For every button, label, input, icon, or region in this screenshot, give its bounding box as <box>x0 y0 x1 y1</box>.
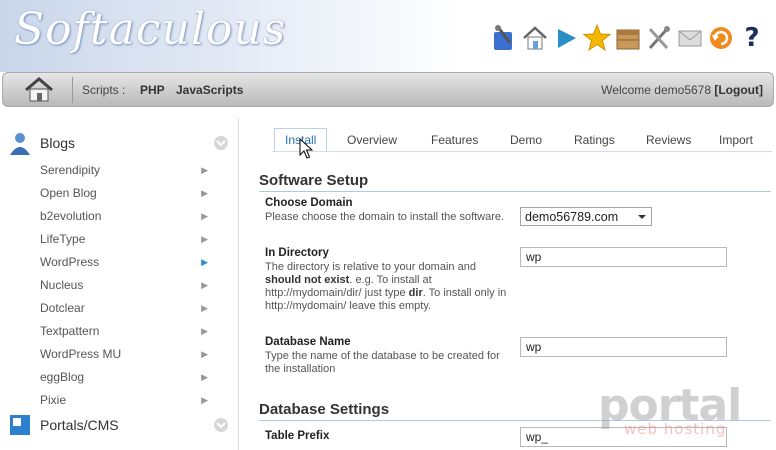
desc-in-directory: The directory is relative to your domain… <box>265 261 513 313</box>
desc-bold: should not exist <box>265 274 350 286</box>
collapse-icon[interactable] <box>214 136 228 150</box>
tab-reviews[interactable]: Reviews <box>646 128 691 152</box>
portal-watermark: portal web hosting <box>598 380 748 442</box>
chevron-right-icon: ▶ <box>201 211 208 221</box>
user-icon <box>10 133 30 155</box>
sidebar-item-label: LifeType <box>40 232 86 246</box>
sidebar-item-b2evolution[interactable]: b2evolution ▶ <box>40 206 208 226</box>
sidebar-item-nucleus[interactable]: Nucleus ▶ <box>40 275 208 295</box>
sidebar-item-serendipity[interactable]: Serendipity ▶ <box>40 160 208 180</box>
collapse-icon[interactable] <box>214 418 228 432</box>
chevron-right-icon: ▶ <box>201 303 208 313</box>
tab-overview[interactable]: Overview <box>347 128 397 152</box>
chevron-right-icon: ▶ <box>201 188 208 198</box>
sidebar-item-eggblog[interactable]: eggBlog ▶ <box>40 367 208 387</box>
mail-icon[interactable] <box>676 23 704 53</box>
category-label: Blogs <box>40 135 76 151</box>
chevron-right-icon: ▶ <box>201 349 208 359</box>
directory-input[interactable]: wp <box>520 247 727 267</box>
chevron-right-icon: ▶ <box>201 234 208 244</box>
sidebar-item-lifetype[interactable]: LifeType ▶ <box>40 229 208 249</box>
sidebar-category-blogs[interactable]: Blogs <box>8 130 230 156</box>
domain-select[interactable]: demo56789.com <box>520 207 652 226</box>
label-database-name: Database Name <box>265 336 351 348</box>
sidebar-item-label: Dotclear <box>40 301 85 315</box>
sidebar-item-dotclear[interactable]: Dotclear ▶ <box>40 298 208 318</box>
chevron-right-icon: ▶ <box>201 165 208 175</box>
sidebar-item-label: eggBlog <box>40 370 85 384</box>
star-icon[interactable] <box>583 23 611 53</box>
sidebar-item-label: Textpattern <box>40 324 100 338</box>
chevron-right-icon: ▶ <box>201 326 208 336</box>
nav-bar: Scripts : PHP JavaScripts Welcome demo56… <box>2 72 774 107</box>
mouse-cursor-icon <box>299 138 313 159</box>
domain-select-value: demo56789.com <box>525 209 619 224</box>
sidebar-item-open-blog[interactable]: Open Blog ▶ <box>40 183 208 203</box>
chevron-right-icon: ▶ <box>201 257 208 267</box>
tab-demo[interactable]: Demo <box>510 128 542 152</box>
desc-choose-domain: Please choose the domain to install the … <box>265 211 505 223</box>
desc-database-name: Type the name of the database to be crea… <box>265 350 500 375</box>
chevron-right-icon: ▶ <box>201 372 208 382</box>
sidebar-item-label: b2evolution <box>40 209 102 223</box>
sidebar: Blogs Serendipity ▶ Open Blog ▶ b2evolutio… <box>0 120 238 450</box>
desc-text: The directory is relative to your domain… <box>265 261 476 273</box>
section-rule <box>259 191 771 192</box>
sidebar-item-wordpress[interactable]: WordPress ▶ <box>40 252 208 272</box>
sidebar-item-pixie[interactable]: Pixie ▶ <box>40 390 208 410</box>
sidebar-item-label: WordPress MU <box>40 347 122 361</box>
tab-ratings[interactable]: Ratings <box>574 128 615 152</box>
box-icon[interactable] <box>614 23 642 53</box>
label-in-directory: In Directory <box>265 247 329 259</box>
home-icon[interactable] <box>521 23 549 53</box>
sidebar-item-label: Open Blog <box>40 186 97 200</box>
sidebar-item-label: Pixie <box>40 393 67 407</box>
sidebar-item-label: Nucleus <box>40 278 84 292</box>
sidebar-item-wordpress-mu[interactable]: WordPress MU ▶ <box>40 344 208 364</box>
category-label: Portals/CMS <box>40 417 119 433</box>
tab-import[interactable]: Import <box>719 128 753 152</box>
tab-features[interactable]: Features <box>431 128 478 152</box>
scripts-label: Scripts : <box>82 83 126 97</box>
top-toolbar: ? <box>490 20 766 56</box>
tab-underline <box>272 151 772 152</box>
chevron-down-icon <box>638 214 646 219</box>
tools-icon[interactable] <box>490 23 518 53</box>
refresh-icon[interactable] <box>707 23 735 53</box>
portal-icon <box>10 415 30 435</box>
nav-link-php[interactable]: PHP <box>140 83 165 97</box>
sidebar-category-portals-cms[interactable]: Portals/CMS <box>8 412 230 438</box>
watermark-sub: web hosting <box>624 420 727 438</box>
sidebar-item-label: WordPress <box>40 255 100 269</box>
sidebar-divider <box>238 118 239 450</box>
welcome-area: Welcome demo5678 [Logout] <box>601 83 763 97</box>
softaculous-logo[interactable]: Softaculous <box>14 4 286 55</box>
sidebar-item-textpattern[interactable]: Textpattern ▶ <box>40 321 208 341</box>
home-button[interactable] <box>21 76 57 104</box>
section-title-database-settings: Database Settings <box>259 401 390 418</box>
chevron-right-icon: ▶ <box>201 280 208 290</box>
label-table-prefix: Table Prefix <box>265 430 330 442</box>
help-icon[interactable]: ? <box>738 23 766 53</box>
database-name-input[interactable]: wp <box>520 337 727 357</box>
logout-link[interactable]: [Logout] <box>714 83 763 97</box>
nav-link-javascripts[interactable]: JavaScripts <box>176 83 243 97</box>
welcome-text: Welcome demo5678 <box>601 83 712 97</box>
script-tabs: Install Overview Features Demo Ratings R… <box>272 128 772 152</box>
nav-divider <box>72 77 73 103</box>
desc-bold: dir <box>408 287 423 299</box>
chevron-right-icon: ▶ <box>201 395 208 405</box>
label-choose-domain: Choose Domain <box>265 197 353 209</box>
section-title-software-setup: Software Setup <box>259 172 369 189</box>
sidebar-item-label: Serendipity <box>40 163 101 177</box>
app-header: Softaculous ? <box>0 0 776 72</box>
play-icon[interactable] <box>552 23 580 53</box>
house-icon <box>25 77 53 102</box>
settings-icon[interactable] <box>645 23 673 53</box>
